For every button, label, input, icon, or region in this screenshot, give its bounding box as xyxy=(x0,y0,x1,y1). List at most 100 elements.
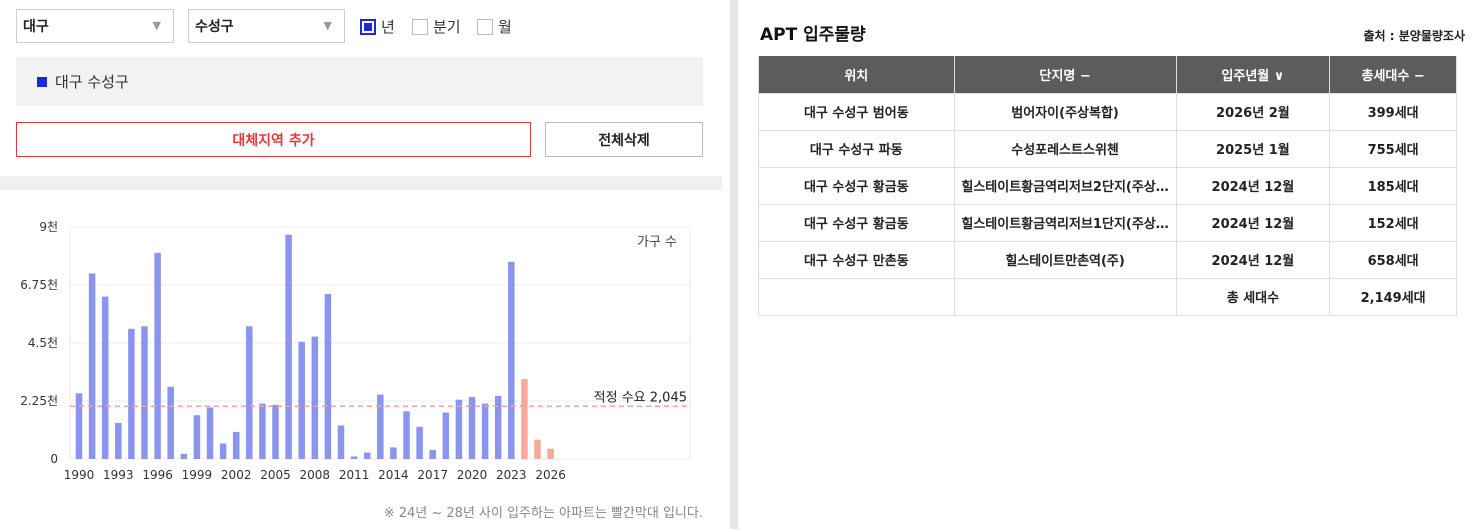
x-tick-label: 2017 xyxy=(417,468,448,482)
cell-complex-name: 힐스테이트만촌역(주) xyxy=(953,240,1177,279)
bar xyxy=(547,448,554,459)
period-year-checkbox[interactable]: 년 xyxy=(360,16,395,37)
x-tick-label: 2008 xyxy=(300,468,331,482)
add-alternative-region-button[interactable]: 대체지역 추가 xyxy=(16,122,531,157)
bar xyxy=(534,439,541,459)
bar xyxy=(363,452,371,459)
bar xyxy=(88,273,96,459)
table-source: 출처 : 분양물량조사 xyxy=(1363,29,1465,43)
bar xyxy=(481,403,489,459)
district-select[interactable]: 수성구 ▼ xyxy=(188,9,345,43)
bar xyxy=(311,336,319,459)
selected-region-box: 대구 수성구 xyxy=(16,57,703,106)
bar xyxy=(285,234,292,459)
y-tick-label: 2.25천 xyxy=(20,393,58,408)
bar xyxy=(337,425,345,459)
x-tick-label: 2005 xyxy=(260,468,291,482)
cell-location: 대구 수성구 파동 xyxy=(758,129,955,168)
bar xyxy=(455,399,463,459)
cell-move-in-date: 2025년 1월 xyxy=(1175,129,1331,168)
bar xyxy=(141,326,148,459)
bar xyxy=(403,411,410,459)
chevron-down-icon: ▼ xyxy=(152,19,161,32)
bar xyxy=(416,426,423,459)
reference-line-label: 적정 수요 2,045 xyxy=(594,390,687,405)
series-label: 가구 수 xyxy=(637,235,677,250)
cell-location: 대구 수성구 황금동 xyxy=(758,203,955,242)
checkbox-icon xyxy=(412,18,428,35)
bar xyxy=(350,456,358,459)
header-move-in-date[interactable]: 입주년월 ∨ xyxy=(1175,56,1331,94)
cell-empty xyxy=(953,277,1177,316)
city-select[interactable]: 대구 ▼ xyxy=(16,9,174,43)
section-divider xyxy=(0,176,722,190)
supply-bar-chart: 0 2.25천 4.5천 6.75천 9천적정 수요 2,045 1990 1993 1996… xyxy=(20,219,691,482)
table-row[interactable]: 대구 수성구 황금동 힐스테이트황금역리저브2단지(주상… 2024년 12월 … xyxy=(758,166,1457,205)
bar xyxy=(429,449,436,459)
cell-move-in-date: 2024년 12월 xyxy=(1175,203,1331,242)
panel-separator xyxy=(730,0,738,529)
table-row[interactable]: 대구 수성구 파동 수성포레스트스위첸 2025년 1월 755세대 xyxy=(758,129,1457,168)
header-complex-name[interactable]: 단지명 − xyxy=(953,56,1177,94)
checkbox-checked-icon xyxy=(360,18,376,35)
total-value: 2,149세대 xyxy=(1329,277,1457,316)
table-header-row: 위치 단지명 − 입주년월 ∨ 총세대수 − xyxy=(758,56,1457,94)
bar xyxy=(206,407,214,459)
x-tick-label: 2011 xyxy=(339,468,370,482)
cell-complex-name: 힐스테이트황금역리저브2단지(주상… xyxy=(953,166,1177,205)
y-tick-label: 9천 xyxy=(39,219,58,234)
cell-location: 대구 수성구 황금동 xyxy=(758,166,955,205)
bar xyxy=(324,294,332,459)
bar xyxy=(508,261,515,459)
cell-complex-name: 범어자이(주상복합) xyxy=(953,92,1177,131)
bar xyxy=(101,296,109,459)
x-tick-label: 2020 xyxy=(457,468,488,482)
period-quarter-checkbox[interactable]: 분기 xyxy=(412,16,461,37)
chevron-down-icon: ▼ xyxy=(323,19,332,32)
bar xyxy=(390,447,397,459)
period-quarter-label: 분기 xyxy=(433,18,461,36)
bar xyxy=(272,404,279,459)
header-location[interactable]: 위치 xyxy=(758,56,955,94)
period-month-label: 월 xyxy=(498,18,512,36)
period-month-checkbox[interactable]: 월 xyxy=(477,16,512,37)
x-tick-label: 2023 xyxy=(496,468,527,482)
bar xyxy=(246,326,253,459)
delete-all-button[interactable]: 전체삭제 xyxy=(545,122,703,157)
cell-move-in-date: 2024년 12월 xyxy=(1175,240,1331,279)
table-total-row: 총 세대수 2,149세대 xyxy=(758,277,1457,316)
cell-complex-name: 힐스테이트황금역리저브1단지(주상… xyxy=(953,203,1177,242)
bar xyxy=(193,415,201,459)
cell-move-in-date: 2026년 2월 xyxy=(1175,92,1331,131)
right-panel: APT 입주물량 출처 : 분양물량조사 위치 단지명 − 입주년월 ∨ 총세대… xyxy=(738,0,1477,529)
y-tick-label: 4.5천 xyxy=(28,335,58,350)
period-year-label: 년 xyxy=(381,18,395,36)
selected-region-label: 대구 수성구 xyxy=(55,73,129,91)
cell-location: 대구 수성구 범어동 xyxy=(758,92,955,131)
total-label: 총 세대수 xyxy=(1175,277,1331,316)
bar xyxy=(154,252,161,459)
table-title: APT 입주물량 xyxy=(760,25,866,45)
header-total-units[interactable]: 총세대수 − xyxy=(1329,56,1457,94)
city-select-value: 대구 xyxy=(23,19,49,35)
table-row[interactable]: 대구 수성구 범어동 범어자이(주상복합) 2026년 2월 399세대 xyxy=(758,92,1457,131)
district-select-value: 수성구 xyxy=(195,19,234,35)
bar xyxy=(377,394,384,459)
cell-total-units: 658세대 xyxy=(1329,240,1457,279)
bar xyxy=(219,443,227,459)
cell-total-units: 185세대 xyxy=(1329,166,1457,205)
table-row[interactable]: 대구 수성구 만촌동 힐스테이트만촌역(주) 2024년 12월 658세대 xyxy=(758,240,1457,279)
bar xyxy=(442,412,450,459)
bar xyxy=(128,328,135,459)
bar xyxy=(75,393,83,459)
table-row[interactable]: 대구 수성구 황금동 힐스테이트황금역리저브1단지(주상… 2024년 12월 … xyxy=(758,203,1457,242)
bar xyxy=(180,453,188,459)
x-tick-label: 1999 xyxy=(182,468,213,482)
bar xyxy=(115,422,122,459)
x-tick-label: 1990 xyxy=(64,468,95,482)
y-tick-label: 6.75천 xyxy=(20,277,58,292)
y-tick-label: 0 xyxy=(50,452,58,466)
bar xyxy=(259,403,266,459)
bar xyxy=(232,431,240,459)
x-tick-label: 2026 xyxy=(535,468,566,482)
